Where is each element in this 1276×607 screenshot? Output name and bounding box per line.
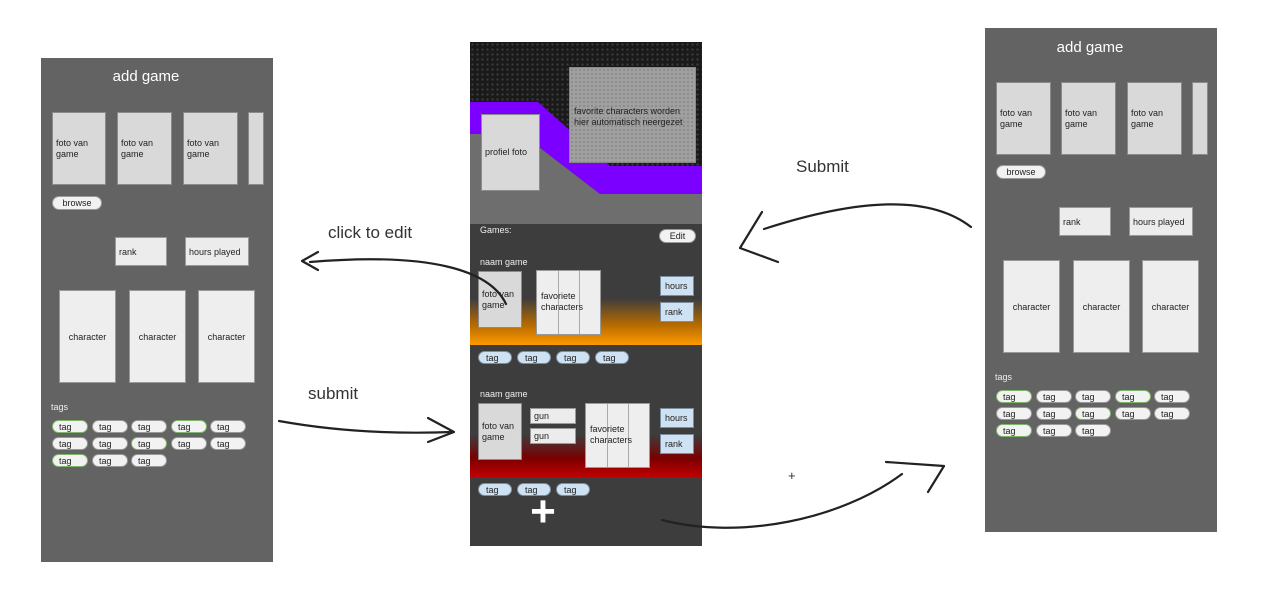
flow-arrows — [277, 203, 973, 529]
submit-right-arrow — [762, 203, 973, 231]
submit-left-arrowhead — [426, 416, 456, 444]
plus-arrowhead — [884, 460, 946, 494]
plus-arrow — [660, 472, 904, 529]
submit-left-arrow — [277, 419, 454, 434]
submit-right-arrowhead — [738, 210, 780, 264]
click-to-edit-arrow — [308, 258, 508, 306]
